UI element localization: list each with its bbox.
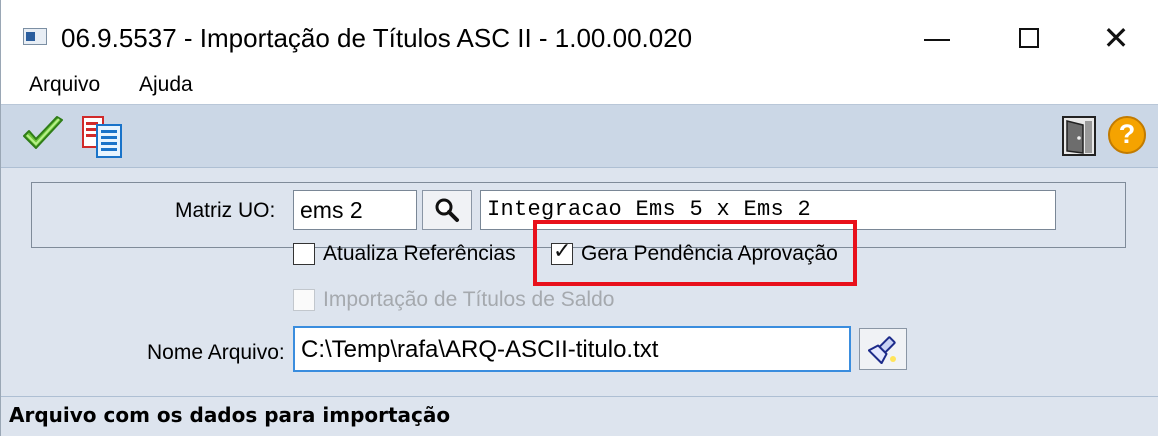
check-icon[interactable] [21, 115, 65, 160]
matriz-uo-input[interactable]: ems 2 [293, 190, 417, 230]
menu-item-ajuda[interactable]: Ajuda [139, 72, 193, 98]
form-panel: Matriz UO: ems 2 Integracao Ems 5 x Ems … [1, 168, 1158, 396]
close-icon: ✕ [1102, 20, 1130, 56]
importacao-titulos-saldo-box [293, 289, 315, 311]
atualiza-referencias-box[interactable] [293, 243, 315, 265]
nome-arquivo-label: Nome Arquivo: [147, 341, 285, 364]
browse-file-button[interactable] [859, 328, 907, 370]
help-icon[interactable]: ? [1108, 116, 1146, 154]
atualiza-referencias-label: Atualiza Referências [323, 242, 516, 265]
atualiza-referencias-checkbox[interactable]: Atualiza Referências [293, 242, 516, 266]
maximize-icon [1019, 28, 1039, 48]
app-window-icon [23, 28, 47, 45]
status-text: Arquivo com os dados para importação [9, 403, 451, 427]
title-bar: 06.9.5537 - Importação de Títulos ASC II… [1, 0, 1158, 72]
importacao-titulos-saldo-label: Importação de Títulos de Saldo [323, 288, 615, 311]
importacao-titulos-saldo-checkbox: Importação de Títulos de Saldo [293, 288, 614, 312]
minimize-icon [924, 39, 950, 41]
exit-door-icon[interactable] [1061, 115, 1097, 162]
matriz-uo-label: Matriz UO: [175, 199, 276, 222]
copy-icon[interactable] [81, 115, 125, 164]
close-button[interactable]: ✕ [1071, 10, 1158, 66]
minimize-button[interactable] [892, 10, 982, 66]
nome-arquivo-input[interactable]: C:\Temp\rafa\ARQ-ASCII-titulo.txt [293, 326, 851, 372]
red-highlight-box [533, 220, 857, 286]
window-title: 06.9.5537 - Importação de Títulos ASC II… [61, 23, 693, 53]
application-window: 06.9.5537 - Importação de Títulos ASC II… [0, 0, 1158, 436]
maximize-button[interactable] [984, 10, 1074, 66]
status-bar: Arquivo com os dados para importação [1, 396, 1158, 436]
menu-bar: Arquivo Ajuda [1, 72, 1158, 102]
menu-item-arquivo[interactable]: Arquivo [29, 72, 100, 98]
magnifier-icon [435, 198, 459, 222]
matriz-search-button[interactable] [422, 190, 472, 230]
toolbar: ? [1, 104, 1158, 168]
flashlight-icon [868, 336, 896, 364]
